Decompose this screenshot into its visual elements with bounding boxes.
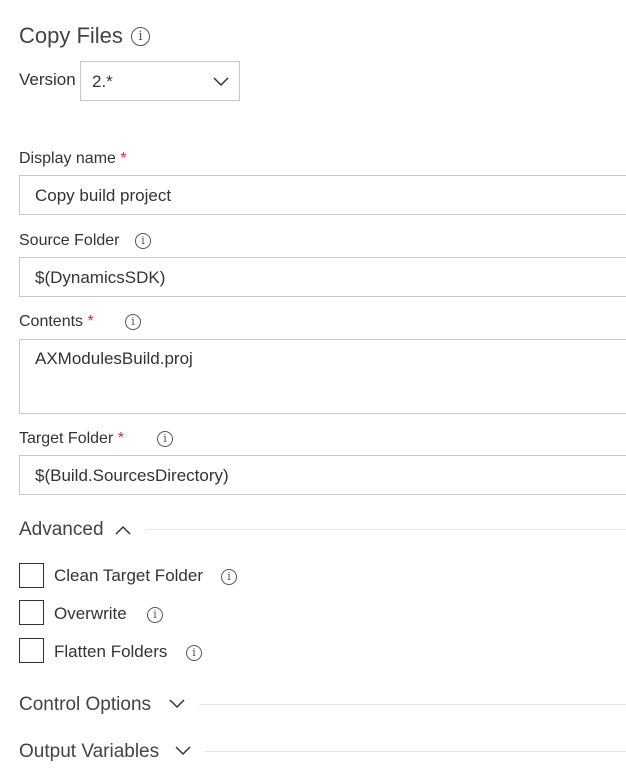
target-folder-value: $(Build.SourcesDirectory) xyxy=(35,466,229,485)
required-marker: * xyxy=(120,150,127,167)
output-variables-section-toggle[interactable]: Output Variables xyxy=(19,740,159,764)
contents-value: AXModulesBuild.proj xyxy=(35,349,193,368)
source-folder-input[interactable]: $(DynamicsSDK) xyxy=(19,257,626,297)
source-folder-value: $(DynamicsSDK) xyxy=(35,268,166,287)
chevron-up-icon[interactable] xyxy=(115,524,131,536)
chevron-down-icon[interactable] xyxy=(175,745,191,757)
required-marker: * xyxy=(87,313,94,330)
target-folder-info-icon[interactable]: i xyxy=(157,431,173,447)
advanced-divider xyxy=(146,529,626,530)
clean-target-folder-label[interactable]: Clean Target Folder xyxy=(54,566,203,586)
chevron-down-icon xyxy=(213,77,229,87)
contents-label: Contents * xyxy=(19,313,94,330)
version-value: 2.* xyxy=(92,72,113,91)
display-name-value: Copy build project xyxy=(35,186,172,205)
output-variables-divider xyxy=(205,751,626,752)
title-info-icon[interactable]: i xyxy=(131,27,150,46)
clean-target-folder-checkbox[interactable] xyxy=(19,563,44,588)
overwrite-label[interactable]: Overwrite xyxy=(54,604,127,624)
source-folder-info-icon[interactable]: i xyxy=(135,233,151,249)
contents-textarea[interactable]: AXModulesBuild.proj xyxy=(19,339,626,414)
display-name-label: Display name * xyxy=(19,150,127,167)
target-folder-label: Target Folder * xyxy=(19,430,124,447)
advanced-section-toggle[interactable]: Advanced xyxy=(19,518,104,542)
chevron-down-icon[interactable] xyxy=(169,698,185,710)
contents-info-icon[interactable]: i xyxy=(125,314,141,330)
required-marker: * xyxy=(117,430,124,447)
source-folder-label: Source Folder xyxy=(19,232,120,249)
display-name-input[interactable]: Copy build project xyxy=(19,175,626,215)
flatten-folders-info-icon[interactable]: i xyxy=(186,645,202,661)
task-title: Copy Files xyxy=(19,23,123,48)
version-label: Version xyxy=(19,70,76,89)
clean-target-folder-info-icon[interactable]: i xyxy=(221,569,237,585)
overwrite-info-icon[interactable]: i xyxy=(147,607,163,623)
flatten-folders-label[interactable]: Flatten Folders xyxy=(54,642,167,662)
control-options-section-toggle[interactable]: Control Options xyxy=(19,693,151,717)
overwrite-checkbox[interactable] xyxy=(19,600,44,625)
control-options-divider xyxy=(199,704,626,705)
flatten-folders-checkbox[interactable] xyxy=(19,638,44,663)
target-folder-input[interactable]: $(Build.SourcesDirectory) xyxy=(19,455,626,495)
version-select[interactable]: 2.* xyxy=(80,61,240,101)
